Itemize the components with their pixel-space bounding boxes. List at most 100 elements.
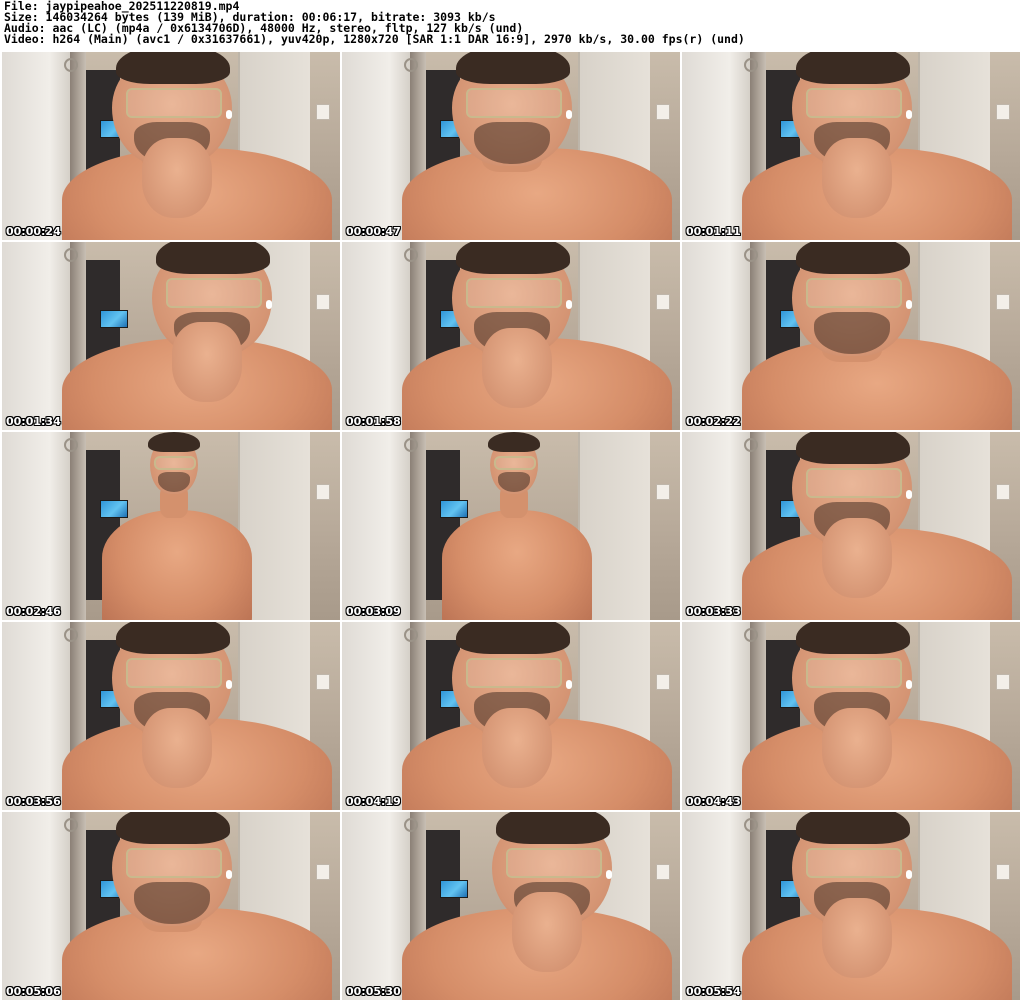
person-hair [456,52,570,84]
video-thumbnail: 00:00:24 [2,52,340,240]
person [2,812,340,1000]
glasses [126,848,222,878]
earbud [906,300,912,309]
person-hand [822,518,892,598]
person-hair [796,812,910,844]
person [682,242,1020,430]
earbud [226,680,232,689]
thumbnail-timestamp: 00:00:47 [346,225,401,238]
earbud [266,300,272,309]
person-torso [442,510,592,620]
video-thumbnail: 00:03:09 [342,432,680,620]
thumbnail-timestamp: 00:02:22 [686,415,741,428]
person-hair [156,242,270,274]
video-thumbnail: 00:05:30 [342,812,680,1000]
video-thumbnail: 00:02:46 [2,432,340,620]
person [2,622,340,810]
file-info-header: File: jaypipeahoe_202511220819.mp4 Size:… [0,0,1024,52]
person-hair [148,432,200,452]
person [2,52,340,240]
earbud [906,870,912,879]
glasses [806,848,902,878]
person-hand [822,708,892,788]
thumbnail-timestamp: 00:04:43 [686,795,741,808]
earbud [906,490,912,499]
person [2,242,340,430]
glasses [494,456,536,470]
thumbnail-timestamp: 00:03:33 [686,605,741,618]
person-hair [116,622,230,654]
earbud [226,870,232,879]
thumbnail-timestamp: 00:02:46 [6,605,61,618]
thumbnail-grid: 00:00:24 00:00:47 00:01:11 00:01:34 00:01:58… [0,52,1024,1003]
video-thumbnail: 00:01:58 [342,242,680,430]
person [342,622,680,810]
person-hair [796,242,910,274]
person-hair [116,812,230,844]
person-hair [488,432,540,452]
earbud [566,110,572,119]
video-thumbnail: 00:01:34 [2,242,340,430]
person [342,52,680,240]
video-info-line: Video: h264 (Main) (avc1 / 0x31637661), … [4,32,745,46]
glasses [466,88,562,118]
person [342,812,680,1000]
person-hair [456,242,570,274]
thumbnail-timestamp: 00:05:30 [346,985,401,998]
thumbnail-timestamp: 00:03:09 [346,605,401,618]
person [342,432,680,620]
earbud [906,680,912,689]
person-hand [512,892,582,972]
person-torso [102,510,252,620]
earbud [606,870,612,879]
glasses [126,658,222,688]
person-hand [172,322,242,402]
video-thumbnail: 00:03:56 [2,622,340,810]
person [682,812,1020,1000]
person-hair [116,52,230,84]
person-hair [496,812,610,844]
person-hand [822,898,892,978]
thumbnail-timestamp: 00:00:24 [6,225,61,238]
glasses [154,456,196,470]
person-hand [482,328,552,408]
video-thumbnail: 00:05:54 [682,812,1020,1000]
glasses [466,278,562,308]
person-hand [142,138,212,218]
thumbnail-timestamp: 00:04:19 [346,795,401,808]
glasses [806,468,902,498]
thumbnail-timestamp: 00:01:11 [686,225,741,238]
person-hair [456,622,570,654]
thumbnail-timestamp: 00:01:58 [346,415,401,428]
person-hand [482,708,552,788]
glasses [506,848,602,878]
person [342,242,680,430]
thumbnail-timestamp: 00:05:06 [6,985,61,998]
video-thumbnail: 00:04:43 [682,622,1020,810]
person [2,432,340,620]
thumbnail-timestamp: 00:03:56 [6,795,61,808]
glasses [806,278,902,308]
glasses [166,278,262,308]
person-hair [796,52,910,84]
person-hair [796,622,910,654]
person [682,432,1020,620]
video-thumbnail: 00:00:47 [342,52,680,240]
earbud [906,110,912,119]
earbud [566,680,572,689]
person-hand [142,708,212,788]
earbud [226,110,232,119]
glasses [466,658,562,688]
person-hand [822,138,892,218]
video-thumbnail: 00:04:19 [342,622,680,810]
glasses [806,88,902,118]
video-thumbnail: 00:05:06 [2,812,340,1000]
person [682,52,1020,240]
glasses [126,88,222,118]
person-hair [796,432,910,464]
video-thumbnail: 00:02:22 [682,242,1020,430]
person [682,622,1020,810]
video-thumbnail: 00:01:11 [682,52,1020,240]
video-thumbnail: 00:03:33 [682,432,1020,620]
earbud [566,300,572,309]
